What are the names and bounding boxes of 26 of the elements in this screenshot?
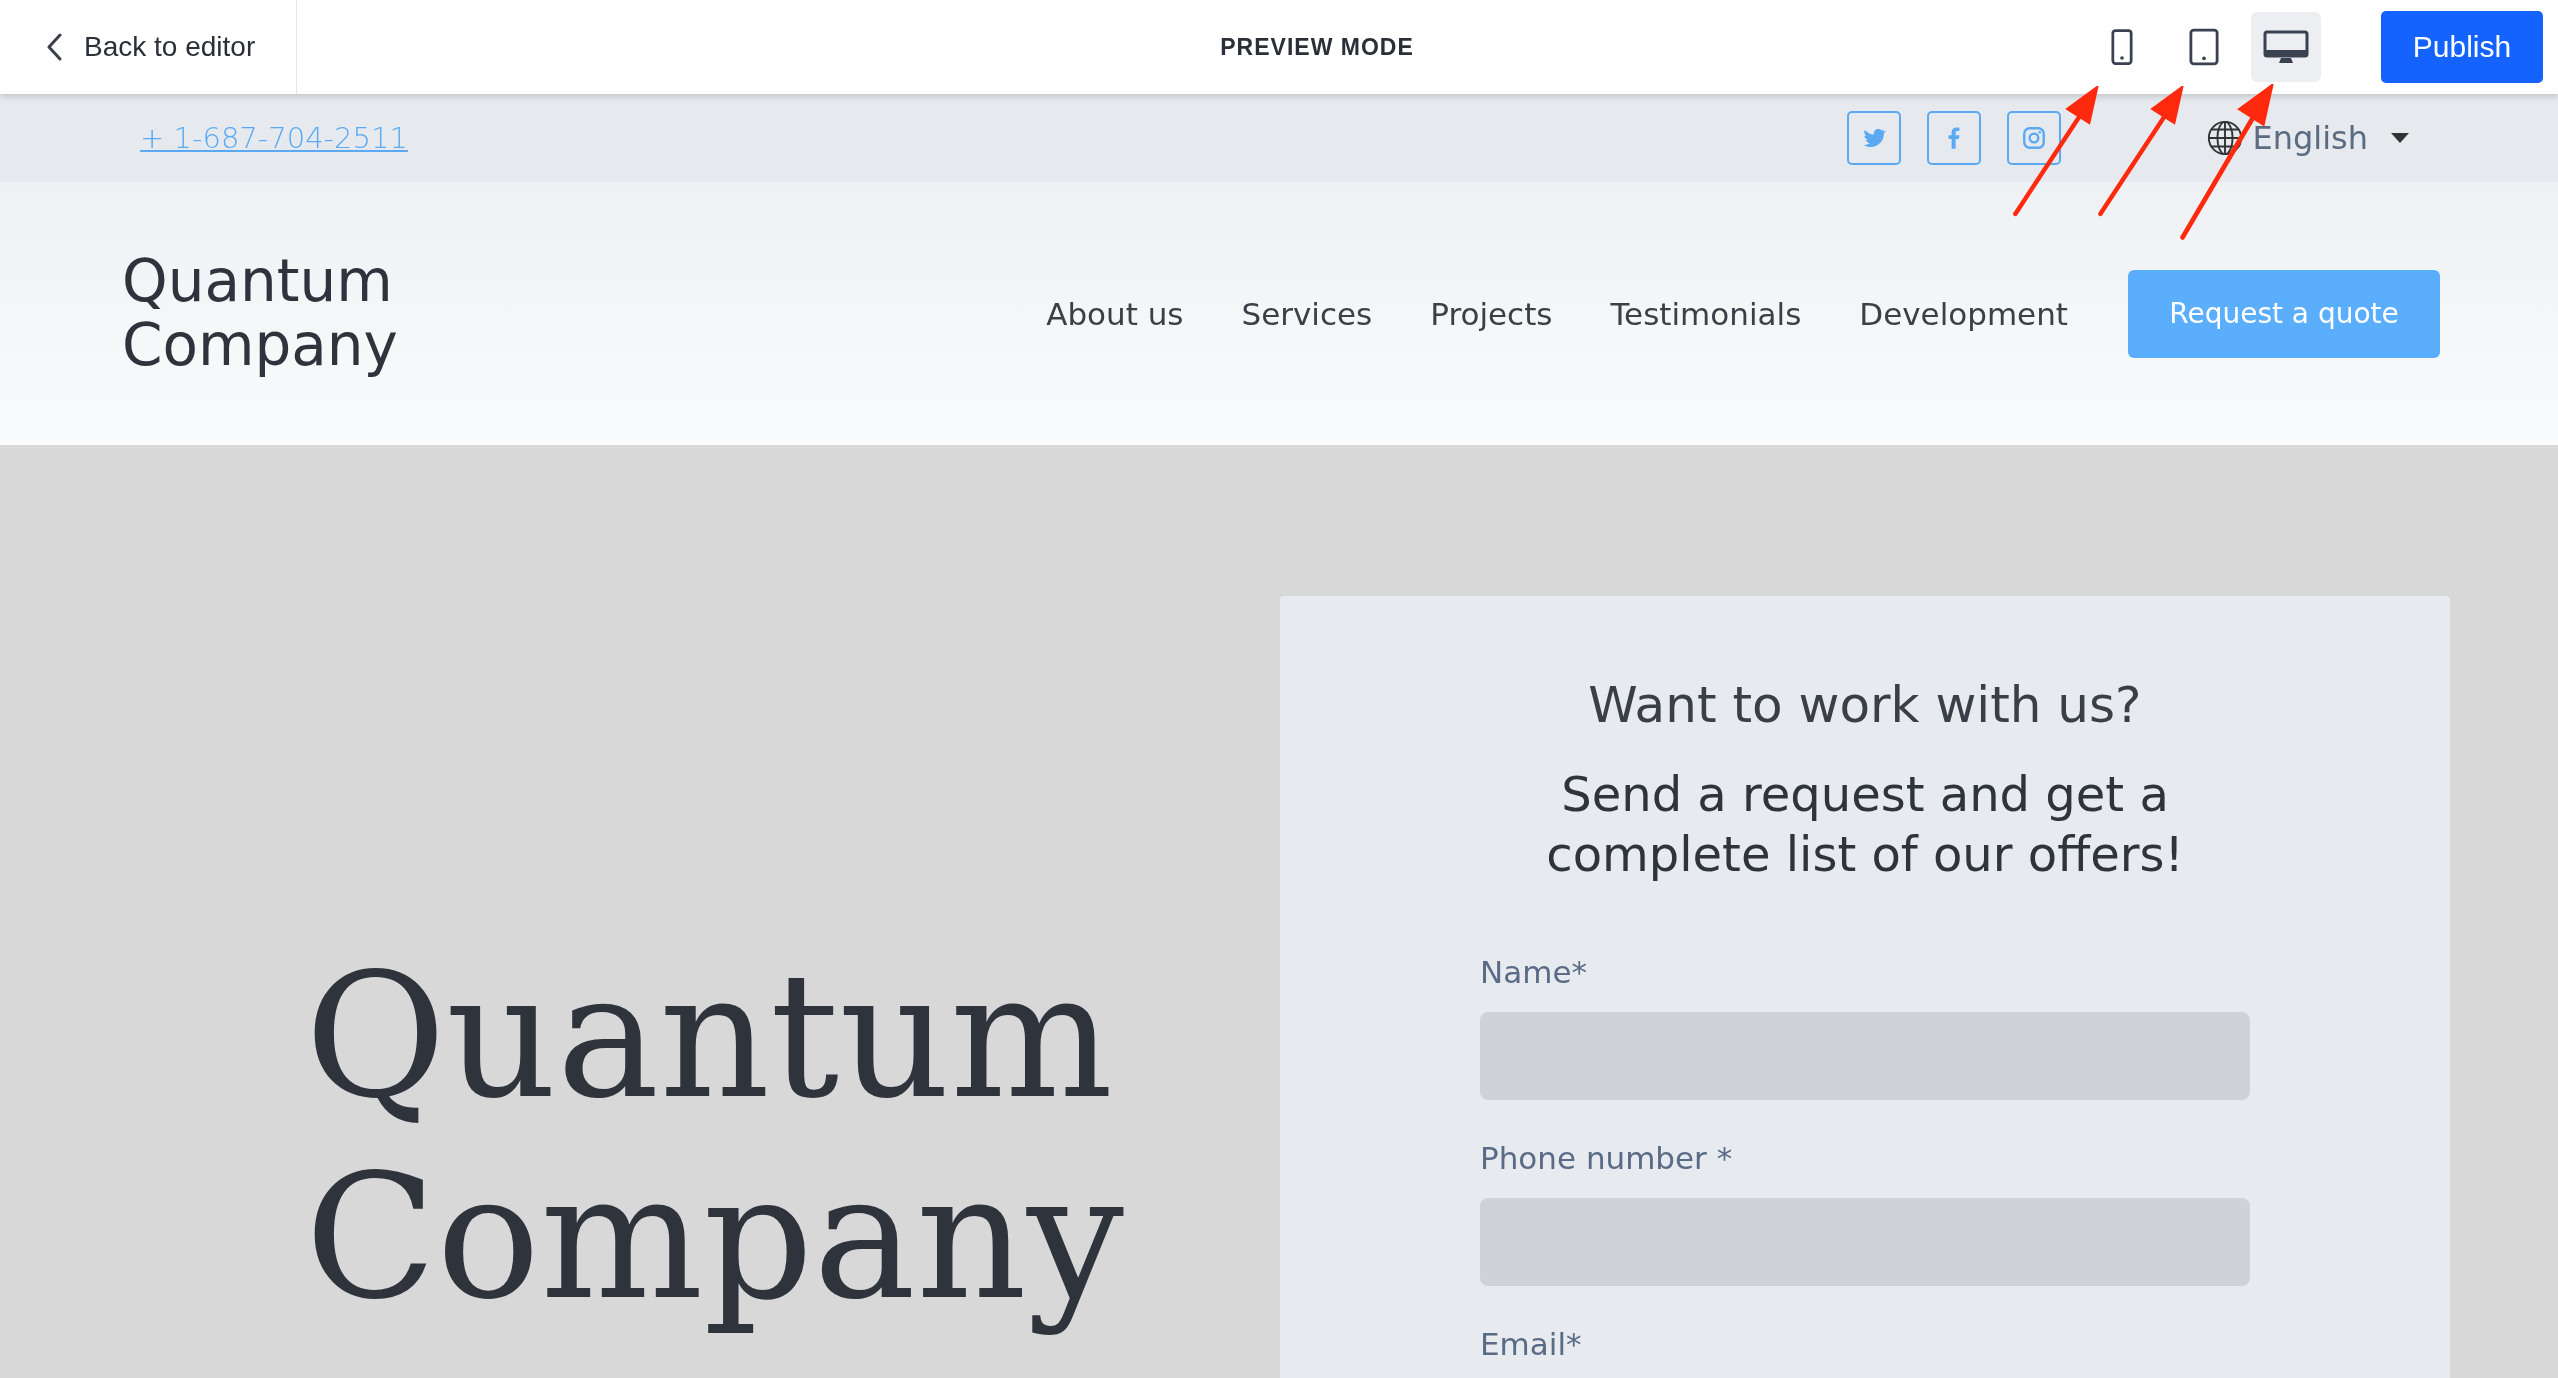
input-field[interactable]	[1480, 1012, 2250, 1100]
chevron-left-icon	[46, 33, 62, 61]
caret-icon	[2390, 132, 2410, 144]
desktop-preview-button[interactable]	[2251, 12, 2321, 82]
field-label: Email*	[1480, 1326, 1583, 1362]
instagram-icon[interactable]	[2007, 111, 2062, 165]
facebook-icon[interactable]	[1927, 111, 1982, 165]
twitter-icon[interactable]	[1847, 111, 1902, 165]
phone-icon	[2111, 28, 2133, 66]
field-label: Name*	[1480, 954, 1588, 990]
nav-link[interactable]: Projects	[1430, 295, 1553, 332]
language-dropdown[interactable]: English	[2206, 119, 2410, 157]
form-subtitle: Send a request and get a complete list of our offers!	[1545, 765, 2185, 884]
publish-button[interactable]: Publish	[2381, 11, 2543, 83]
hero-title: Quantum Company	[305, 936, 1125, 1339]
nav-link[interactable]: About us	[1046, 295, 1184, 332]
company-logo[interactable]: Quantum Company	[122, 249, 1047, 378]
monitor-icon	[2263, 30, 2309, 64]
preview-mode-title: PREVIEW MODE	[1219, 33, 1415, 61]
field-label: Phone number *	[1480, 1140, 1734, 1176]
form-title: Want to work with us?	[1587, 676, 2143, 734]
nav-link[interactable]: Testimonials	[1610, 295, 1802, 332]
input-field[interactable]	[1480, 1198, 2250, 1286]
nav-link[interactable]: Development	[1859, 295, 2068, 332]
tablet-icon	[2189, 28, 2219, 66]
nav-link[interactable]: Services	[1241, 295, 1373, 332]
